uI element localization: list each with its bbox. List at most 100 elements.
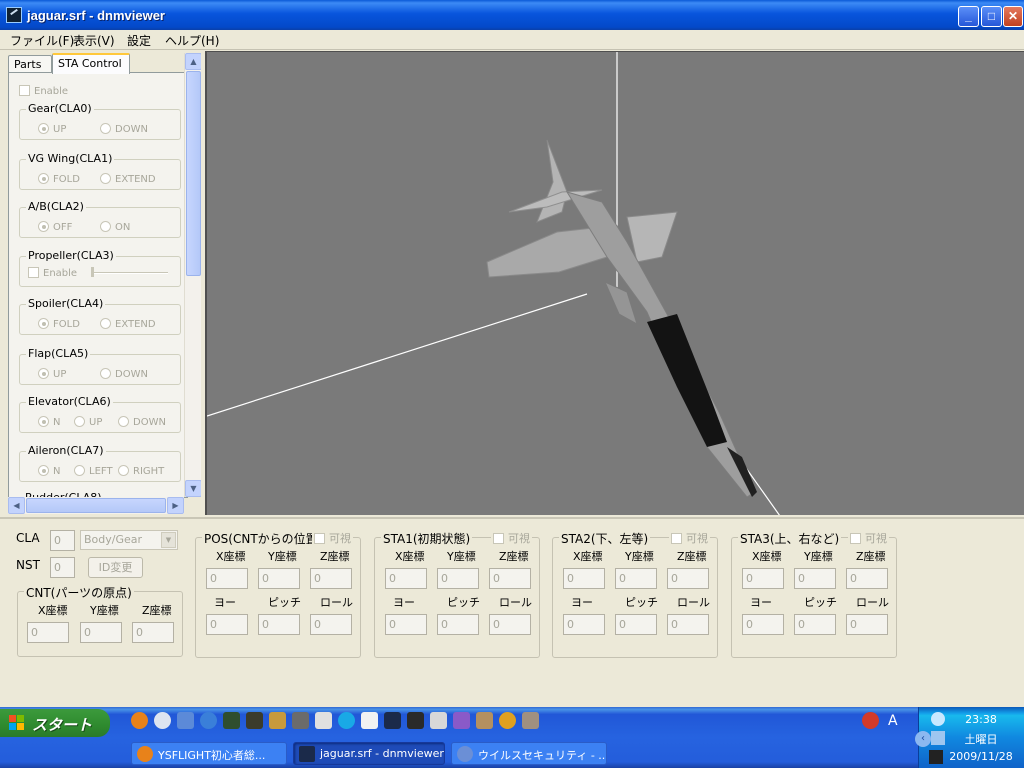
dnmviewer-icon[interactable]: [384, 712, 401, 729]
hand-icon[interactable]: [476, 712, 493, 729]
book-icon[interactable]: [407, 712, 424, 729]
radio-gear-down[interactable]: DOWN: [100, 123, 148, 135]
media-icon[interactable]: [453, 712, 470, 729]
sta1-visible-checkbox[interactable]: 可視: [491, 530, 532, 546]
radio-aileron-left[interactable]: LEFT: [74, 465, 113, 477]
plane-icon[interactable]: [292, 712, 309, 729]
sta2-y-field[interactable]: 0: [615, 568, 657, 589]
media-player-icon[interactable]: [154, 712, 171, 729]
radio-flap-down[interactable]: DOWN: [100, 368, 148, 380]
cla-field[interactable]: 0: [50, 530, 75, 551]
pos-z-field[interactable]: 0: [310, 568, 352, 589]
taskbar-button-ysflight[interactable]: YSFLIGHT初心者総...: [131, 742, 287, 765]
tab-sta-control[interactable]: STA Control: [52, 53, 130, 74]
radio-vgwing-extend[interactable]: EXTEND: [100, 173, 156, 185]
title-bar[interactable]: jaguar.srf - dnmviewer _ □ ✕: [0, 0, 1024, 30]
radio-elevator-down[interactable]: DOWN: [118, 416, 166, 428]
id-change-button[interactable]: ID変更: [88, 557, 143, 578]
maximize-button[interactable]: □: [981, 6, 1002, 27]
show-desktop-icon[interactable]: [177, 712, 194, 729]
sta3-yaw-field[interactable]: 0: [742, 614, 784, 635]
propeller-slider-thumb[interactable]: [91, 267, 94, 277]
left-panel-vertical-scrollbar[interactable]: ▲ ▼: [184, 53, 201, 497]
sta1-yaw-field[interactable]: 0: [385, 614, 427, 635]
propeller-slider-track[interactable]: [92, 272, 168, 274]
scroll-left-icon[interactable]: ◀: [8, 497, 25, 514]
scroll-right-icon[interactable]: ▶: [167, 497, 184, 514]
left-panel-horizontal-scrollbar[interactable]: ◀ ▶: [8, 497, 184, 514]
scroll-down-icon[interactable]: ▼: [185, 480, 201, 497]
radio-ab-off[interactable]: OFF: [38, 221, 72, 233]
nst-field[interactable]: 0: [50, 557, 75, 578]
ship-icon[interactable]: [522, 712, 539, 729]
start-button[interactable]: スタート: [0, 709, 110, 737]
scroll-thumb-vertical[interactable]: [186, 71, 201, 276]
internet-explorer-icon[interactable]: [200, 712, 217, 729]
sta2-yaw-field[interactable]: 0: [563, 614, 605, 635]
dnmviewer-app-icon[interactable]: [6, 7, 22, 23]
cnt-z-field[interactable]: 0: [132, 622, 174, 643]
radio-vgwing-fold[interactable]: FOLD: [38, 173, 80, 185]
game-icon-2[interactable]: [246, 712, 263, 729]
scroll-thumb-horizontal[interactable]: [26, 498, 166, 513]
taskbar-button-virus-security[interactable]: ウイルスセキュリティ - ...: [451, 742, 607, 765]
close-button[interactable]: ✕: [1003, 6, 1023, 27]
sta1-x-field[interactable]: 0: [385, 568, 427, 589]
sta3-pitch-field[interactable]: 0: [794, 614, 836, 635]
sta2-x-field[interactable]: 0: [563, 568, 605, 589]
radio-elevator-n[interactable]: N: [38, 416, 60, 428]
pos-visible-checkbox[interactable]: 可視: [312, 530, 353, 546]
sta2-z-field[interactable]: 0: [667, 568, 709, 589]
calculator-icon[interactable]: [430, 712, 447, 729]
radio-elevator-up[interactable]: UP: [74, 416, 102, 428]
sta2-pitch-field[interactable]: 0: [615, 614, 657, 635]
sta3-y-field[interactable]: 0: [794, 568, 836, 589]
radio-aileron-n[interactable]: N: [38, 465, 60, 477]
sta3-z-field[interactable]: 0: [846, 568, 888, 589]
sta1-roll-field[interactable]: 0: [489, 614, 531, 635]
menu-file[interactable]: ファイル(F): [10, 32, 74, 49]
cla-combo[interactable]: Body/Gear ▼: [80, 530, 178, 550]
radio-spoiler-extend[interactable]: EXTEND: [100, 318, 156, 330]
pos-roll-field[interactable]: 0: [310, 614, 352, 635]
pos-x-field[interactable]: 0: [206, 568, 248, 589]
cnt-y-field[interactable]: 0: [80, 622, 122, 643]
skype-icon[interactable]: [338, 712, 355, 729]
scroll-up-icon[interactable]: ▲: [185, 53, 201, 70]
tool-icon[interactable]: [269, 712, 286, 729]
radio-spoiler-fold[interactable]: FOLD: [38, 318, 80, 330]
tab-parts[interactable]: Parts: [8, 55, 52, 73]
game-icon-1[interactable]: [223, 712, 240, 729]
taskbar-button-dnmviewer[interactable]: jaguar.srf - dnmviewer: [293, 742, 445, 765]
ime-indicator[interactable]: A: [888, 713, 898, 729]
radio-ab-on[interactable]: ON: [100, 221, 130, 233]
firefox-icon[interactable]: [131, 712, 148, 729]
sta3-visible-checkbox[interactable]: 可視: [848, 530, 889, 546]
menu-help[interactable]: ヘルプ(H): [165, 32, 219, 49]
cnt-x-field[interactable]: 0: [27, 622, 69, 643]
sta3-x-field[interactable]: 0: [742, 568, 784, 589]
pos-pitch-field[interactable]: 0: [258, 614, 300, 635]
security-tray-icon[interactable]: [862, 712, 879, 729]
menu-settings[interactable]: 設定: [127, 32, 151, 49]
sta1-pitch-field[interactable]: 0: [437, 614, 479, 635]
propeller-enable-checkbox[interactable]: Enable: [28, 267, 77, 279]
minimize-button[interactable]: _: [958, 6, 979, 27]
window-icon[interactable]: [361, 712, 378, 729]
pos-yaw-field[interactable]: 0: [206, 614, 248, 635]
sta-enable-checkbox[interactable]: Enable: [19, 85, 68, 97]
clock-time[interactable]: 23:38: [941, 713, 1021, 726]
model-viewport[interactable]: [205, 51, 1024, 515]
menu-view[interactable]: 表示(V): [73, 32, 115, 49]
sta2-visible-checkbox[interactable]: 可視: [669, 530, 710, 546]
folder-icon[interactable]: [315, 712, 332, 729]
sta2-roll-field[interactable]: 0: [667, 614, 709, 635]
sta1-z-field[interactable]: 0: [489, 568, 531, 589]
chevron-down-icon[interactable]: ▼: [161, 532, 176, 548]
gear-icon[interactable]: [499, 712, 516, 729]
radio-gear-up[interactable]: UP: [38, 123, 66, 135]
radio-flap-up[interactable]: UP: [38, 368, 66, 380]
chevron-left-icon[interactable]: ‹: [915, 731, 931, 747]
sta3-roll-field[interactable]: 0: [846, 614, 888, 635]
pos-y-field[interactable]: 0: [258, 568, 300, 589]
